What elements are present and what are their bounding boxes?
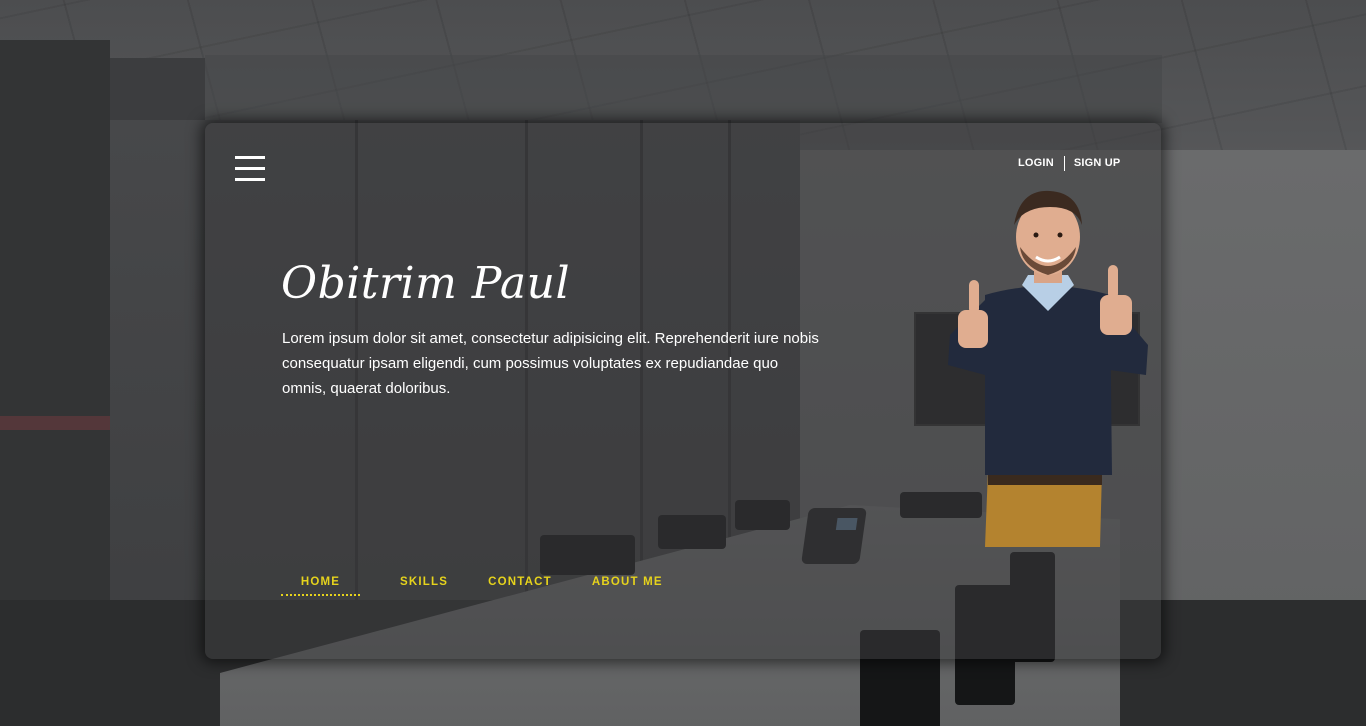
bottom-nav: HOME SKILLS CONTACT ABOUT ME — [281, 576, 703, 596]
hero-bio: Lorem ipsum dolor sit amet, consectetur … — [282, 330, 819, 397]
auth-separator — [1063, 155, 1065, 171]
nav-about-me[interactable]: ABOUT ME — [592, 576, 663, 596]
login-link[interactable]: LOGIN — [1018, 157, 1054, 169]
nav-skills[interactable]: SKILLS — [400, 576, 448, 596]
person-thumbs-up-image — [948, 190, 1148, 547]
nav-home[interactable]: HOME — [281, 576, 360, 596]
hamburger-menu-icon[interactable] — [235, 155, 265, 181]
nav-contact[interactable]: CONTACT — [488, 576, 552, 596]
hero-name: Obitrim Paul — [281, 258, 571, 309]
auth-links: LOGIN SIGN UP — [1018, 155, 1120, 171]
top-band — [205, 55, 1162, 123]
signup-link[interactable]: SIGN UP — [1074, 157, 1121, 169]
